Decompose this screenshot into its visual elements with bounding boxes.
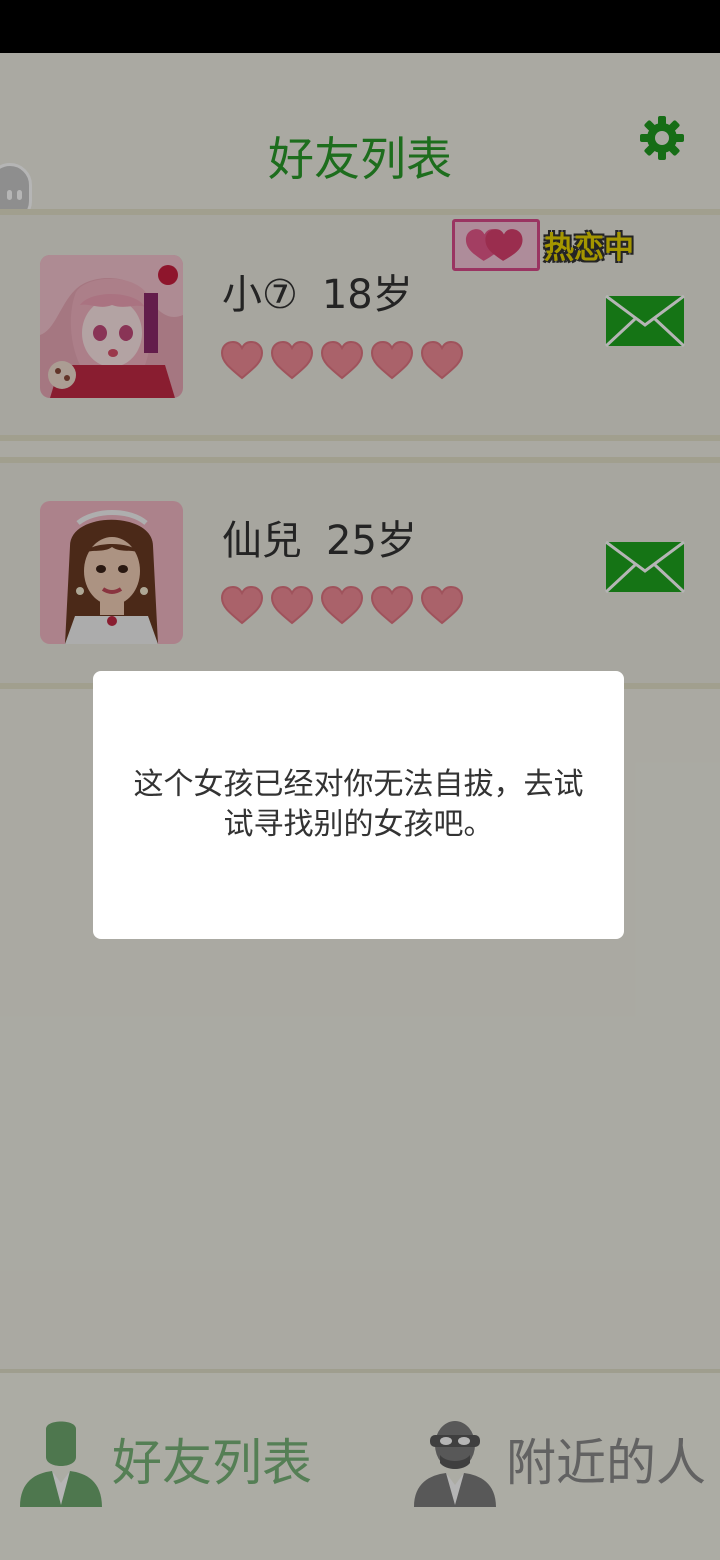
message-dialog[interactable]: 这个女孩已经对你无法自拔，去试试寻找别的女孩吧。	[93, 671, 624, 939]
dialog-message: 这个女孩已经对你无法自拔，去试试寻找别的女孩吧。	[133, 767, 584, 842]
status-bar	[0, 0, 720, 53]
